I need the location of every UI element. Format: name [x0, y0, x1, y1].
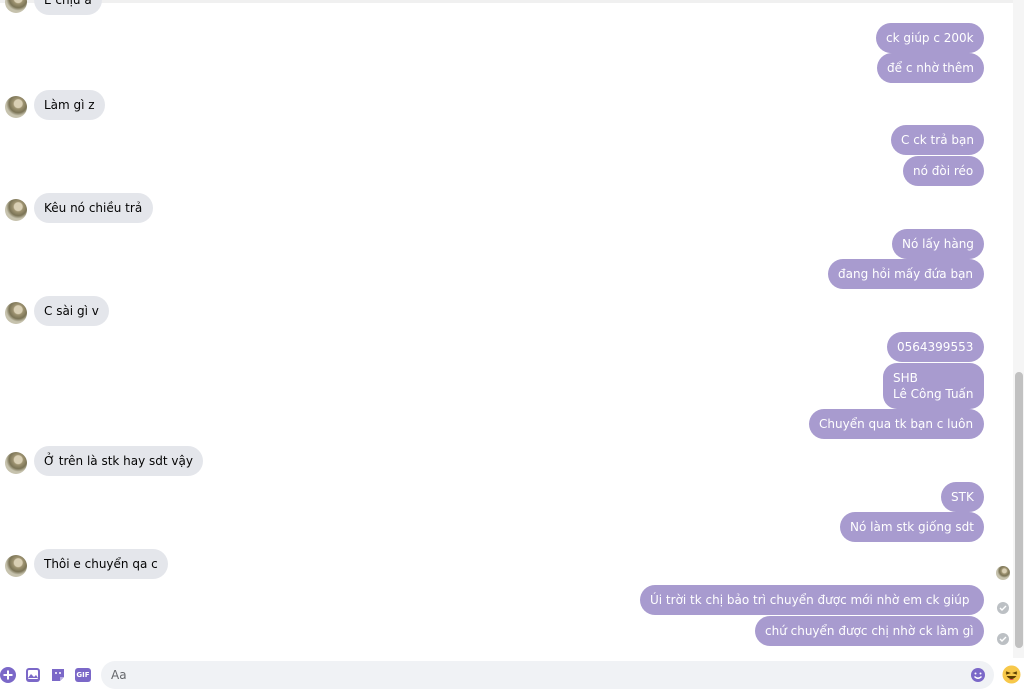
outgoing-message[interactable]: chứ chuyển được chị nhờ ck làm gì	[755, 616, 984, 646]
message-text: 0564399553	[897, 340, 974, 354]
message-text: STK	[951, 490, 974, 504]
message-text: E chịu á	[44, 0, 92, 7]
message-text: Thôi e chuyển qa c	[44, 557, 158, 571]
message-text: Nó làm stk giống sdt	[850, 520, 974, 534]
emoji-icon[interactable]	[970, 667, 986, 683]
message-text: Làm gì z	[44, 98, 95, 112]
avatar[interactable]	[5, 302, 27, 324]
sent-check-icon	[997, 633, 1009, 645]
haha-reaction-icon[interactable]	[1002, 665, 1021, 684]
incoming-message[interactable]: E chịu á	[34, 0, 102, 15]
incoming-message[interactable]: Làm gì z	[34, 90, 105, 120]
outgoing-message[interactable]: ck giúp c 200k	[876, 23, 984, 53]
outgoing-message[interactable]: đang hỏi mấy đứa bạn	[828, 259, 984, 289]
outgoing-message[interactable]: SHB Lê Công Tuấn	[883, 363, 984, 409]
message-text: đang hỏi mấy đứa bạn	[838, 267, 974, 281]
plus-circle-icon[interactable]	[0, 666, 18, 684]
incoming-message[interactable]: Ở trên là stk hay sdt vậy	[34, 446, 203, 476]
avatar[interactable]	[5, 452, 27, 474]
gif-icon[interactable]: GIF	[74, 666, 92, 684]
message-text: C ck trả bạn	[901, 133, 974, 147]
message-text: Úi trời tk chị bảo trì chuyển được mới n…	[650, 593, 970, 607]
message-input-placeholder: Aa	[111, 668, 127, 682]
outgoing-message[interactable]: nó đòi réo	[903, 156, 984, 186]
message-text-line: Lê Công Tuấn	[893, 387, 974, 401]
message-text: nó đòi réo	[913, 164, 974, 178]
outgoing-message[interactable]: 0564399553	[887, 332, 984, 362]
seen-avatar	[996, 566, 1010, 580]
message-text: ck giúp c 200k	[886, 31, 974, 45]
scrollbar-thumb[interactable]	[1015, 372, 1023, 648]
outgoing-message[interactable]: Nó làm stk giống sdt	[840, 512, 984, 542]
gif-icon-label: GIF	[75, 668, 91, 682]
message-input[interactable]	[101, 661, 994, 689]
message-text: Kêu nó chiều trả	[44, 201, 143, 215]
image-icon[interactable]	[24, 666, 42, 684]
outgoing-message[interactable]: C ck trả bạn	[891, 125, 984, 155]
avatar[interactable]	[5, 96, 27, 118]
incoming-message[interactable]: C sài gì v	[34, 296, 109, 326]
outgoing-message[interactable]: STK	[941, 482, 984, 512]
avatar[interactable]	[5, 199, 27, 221]
message-text: Chuyển qua tk bạn c luôn	[819, 417, 974, 431]
outgoing-message[interactable]: Chuyển qua tk bạn c luôn	[809, 409, 984, 439]
message-list[interactable]: E chịu á ck giúp c 200k để c nhờ thêm Làm g…	[0, 0, 1013, 658]
sticker-icon[interactable]	[49, 666, 67, 684]
message-text: chứ chuyển được chị nhờ ck làm gì	[765, 624, 974, 638]
message-text: Nó lấy hàng	[902, 237, 974, 251]
incoming-message[interactable]: Kêu nó chiều trả	[34, 193, 153, 223]
avatar[interactable]	[5, 555, 27, 577]
message-text: C sài gì v	[44, 304, 99, 318]
outgoing-message[interactable]: Úi trời tk chị bảo trì chuyển được mới n…	[640, 585, 984, 615]
message-text: để c nhờ thêm	[887, 61, 974, 75]
avatar[interactable]	[5, 0, 27, 13]
outgoing-message[interactable]: Nó lấy hàng	[892, 229, 984, 259]
incoming-message[interactable]: Thôi e chuyển qa c	[34, 549, 168, 579]
header-divider	[0, 0, 1013, 3]
outgoing-message[interactable]: để c nhờ thêm	[877, 53, 984, 83]
message-text-line: SHB	[893, 371, 918, 385]
sent-check-icon	[997, 602, 1009, 614]
message-text: Ở trên là stk hay sdt vậy	[44, 454, 193, 468]
